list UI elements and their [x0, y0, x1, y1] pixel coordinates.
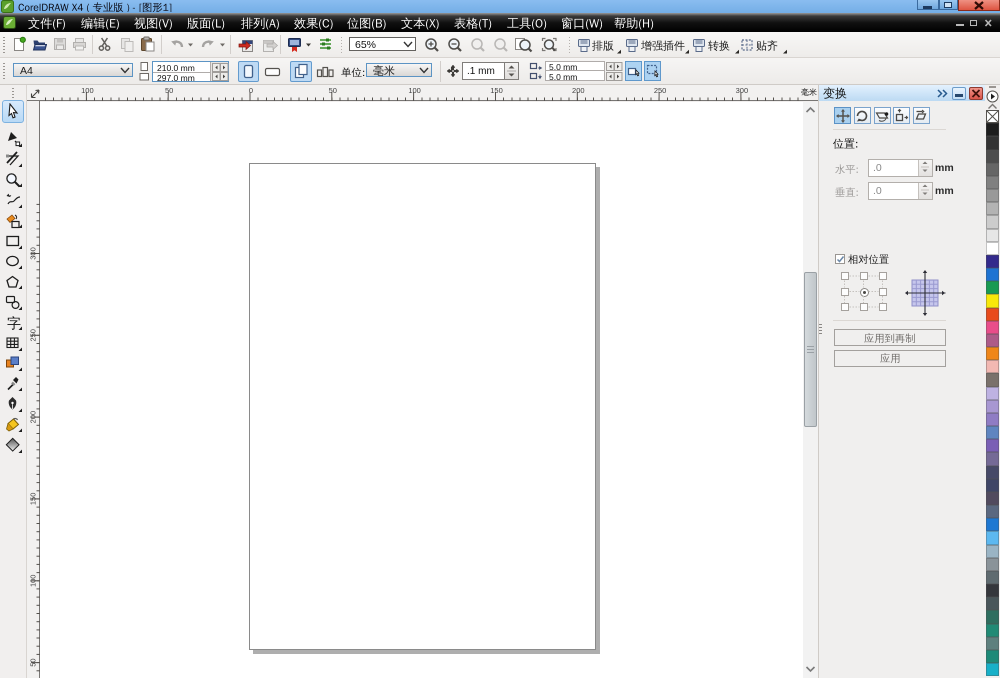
svg-text:50: 50	[329, 86, 337, 95]
svg-text:100: 100	[408, 86, 421, 95]
svg-text:250: 250	[654, 86, 667, 95]
svg-text:300: 300	[29, 247, 38, 260]
svg-text:50: 50	[165, 86, 173, 95]
svg-text:200: 200	[572, 86, 585, 95]
svg-text:250: 250	[29, 329, 38, 342]
svg-text:150: 150	[490, 86, 503, 95]
svg-text:0: 0	[249, 86, 253, 95]
svg-text:100: 100	[29, 575, 38, 588]
svg-text:200: 200	[29, 411, 38, 424]
svg-text:300: 300	[736, 86, 749, 95]
svg-text:150: 150	[29, 493, 38, 506]
svg-text:100: 100	[81, 86, 94, 95]
svg-text:50: 50	[29, 658, 38, 666]
